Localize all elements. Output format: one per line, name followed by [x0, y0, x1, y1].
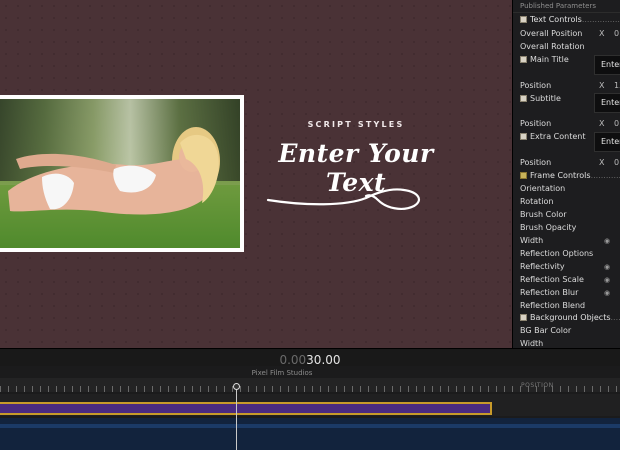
- param-row-reflection-scale[interactable]: Reflection Scale ◉: [520, 274, 620, 286]
- ruler-label: POSITION: [521, 382, 554, 389]
- inspector-panel[interactable]: Published Parameters Text Controls......…: [512, 0, 620, 348]
- param-row-width[interactable]: Width ◉: [520, 235, 620, 247]
- param-label: Reflection Blend: [520, 301, 586, 310]
- text-entry-field[interactable]: Enter: [594, 93, 620, 113]
- text-icon: [520, 95, 527, 102]
- param-label: Extra Content: [530, 132, 586, 141]
- param-label: BG Bar Color: [520, 326, 572, 335]
- param-label: Position: [520, 158, 552, 167]
- text-icon: [520, 133, 527, 140]
- param-row-position[interactable]: Position X 0: [520, 157, 620, 169]
- timecode-display[interactable]: 0.0030.00: [279, 353, 340, 367]
- param-row-reflection-options[interactable]: Reflection Options: [520, 248, 620, 260]
- x-label: X: [599, 158, 605, 167]
- timeline-ruler[interactable]: POSITION: [0, 378, 620, 392]
- group-dots: ...............: [581, 15, 620, 24]
- photo-frame[interactable]: [0, 95, 244, 252]
- param-label: Main Title: [530, 55, 569, 64]
- knob-icon[interactable]: ◉: [604, 235, 610, 247]
- x-value[interactable]: 13: [614, 80, 620, 92]
- x-label: X: [599, 29, 605, 38]
- param-label: Reflectivity: [520, 262, 565, 271]
- param-label: Reflection Blur: [520, 288, 579, 297]
- playhead-handle[interactable]: [233, 383, 240, 390]
- group-icon: [520, 314, 527, 321]
- script-subtitle: SCRIPT STYLES: [307, 120, 405, 129]
- param-row-overall-rotation[interactable]: Overall Rotation: [520, 41, 620, 53]
- text-icon: [520, 56, 527, 63]
- param-row-brush-opacity[interactable]: Brush Opacity: [520, 222, 620, 234]
- param-row-position[interactable]: Position X 13: [520, 80, 620, 92]
- playhead-line[interactable]: [236, 384, 237, 450]
- timeline-clip[interactable]: [0, 402, 492, 415]
- param-row-background-objects[interactable]: Background Objects........: [520, 312, 620, 324]
- project-name: Pixel Film Studios: [251, 369, 313, 377]
- group-icon: [520, 172, 527, 179]
- group-icon: [520, 16, 527, 23]
- viewer-canvas[interactable]: SCRIPT STYLES Enter Your Text: [0, 0, 512, 348]
- param-label: Text Controls: [530, 15, 582, 24]
- param-row-rotation[interactable]: Rotation: [520, 196, 620, 208]
- param-row-reflection-blend[interactable]: Reflection Blend: [520, 300, 620, 312]
- param-label: Frame Controls: [530, 171, 591, 180]
- param-label: Position: [520, 81, 552, 90]
- param-label: Rotation: [520, 197, 554, 206]
- timecode-bar: 0.0030.00: [0, 348, 620, 367]
- param-row-position[interactable]: Position X 0: [520, 118, 620, 130]
- param-label: Position: [520, 119, 552, 128]
- timecode-value: 30.00: [306, 353, 341, 367]
- param-row-bg-bar-color[interactable]: BG Bar Color: [520, 325, 620, 337]
- lower-track-line: [0, 424, 620, 428]
- x-value[interactable]: 0: [614, 118, 619, 130]
- lower-track: [0, 418, 620, 450]
- param-row-orientation[interactable]: Orientation: [520, 183, 620, 195]
- timeline[interactable]: Pixel Film Studios POSITION: [0, 366, 620, 450]
- param-row-brush-color[interactable]: Brush Color: [520, 209, 620, 221]
- param-label: Orientation: [520, 184, 566, 193]
- panel-header: Published Parameters: [513, 0, 620, 13]
- photo-image: [0, 99, 240, 248]
- param-label: Brush Opacity: [520, 223, 577, 232]
- knob-icon[interactable]: ◉: [604, 261, 610, 273]
- text-entry-field[interactable]: Enter: [594, 55, 620, 75]
- knob-icon[interactable]: ◉: [604, 287, 610, 299]
- param-row-width[interactable]: Width: [520, 338, 620, 348]
- param-label: Reflection Options: [520, 249, 594, 258]
- x-label: X: [599, 119, 605, 128]
- knob-icon[interactable]: ◉: [604, 274, 610, 286]
- param-row-text-controls[interactable]: Text Controls...............: [520, 14, 620, 26]
- group-dots: ........: [610, 313, 620, 322]
- timecode-dim: 0.00: [279, 353, 307, 367]
- param-row-reflectivity[interactable]: Reflectivity ◉: [520, 261, 620, 273]
- param-row-reflection-blur[interactable]: Reflection Blur ◉: [520, 287, 620, 299]
- reclining-figure: [8, 127, 220, 215]
- text-entry-field[interactable]: Enter: [594, 132, 620, 152]
- title-block[interactable]: SCRIPT STYLES Enter Your Text: [256, 120, 456, 210]
- group-dots: ...............: [590, 171, 620, 180]
- param-label: Overall Rotation: [520, 42, 585, 51]
- x-value[interactable]: 0: [614, 28, 619, 40]
- x-label: X: [599, 81, 605, 90]
- param-label: Subtitle: [530, 94, 561, 103]
- param-label: Background Objects: [530, 313, 611, 322]
- param-row-overall-position[interactable]: Overall Position X 0: [520, 28, 620, 40]
- param-label: Brush Color: [520, 210, 567, 219]
- param-label: Width: [520, 339, 544, 348]
- flourish-ornament: [266, 188, 421, 210]
- param-label: Width: [520, 236, 544, 245]
- param-label: Reflection Scale: [520, 275, 584, 284]
- param-label: Overall Position: [520, 29, 583, 38]
- param-row-frame-controls[interactable]: Frame Controls...............: [520, 170, 620, 182]
- x-value[interactable]: 0: [614, 157, 619, 169]
